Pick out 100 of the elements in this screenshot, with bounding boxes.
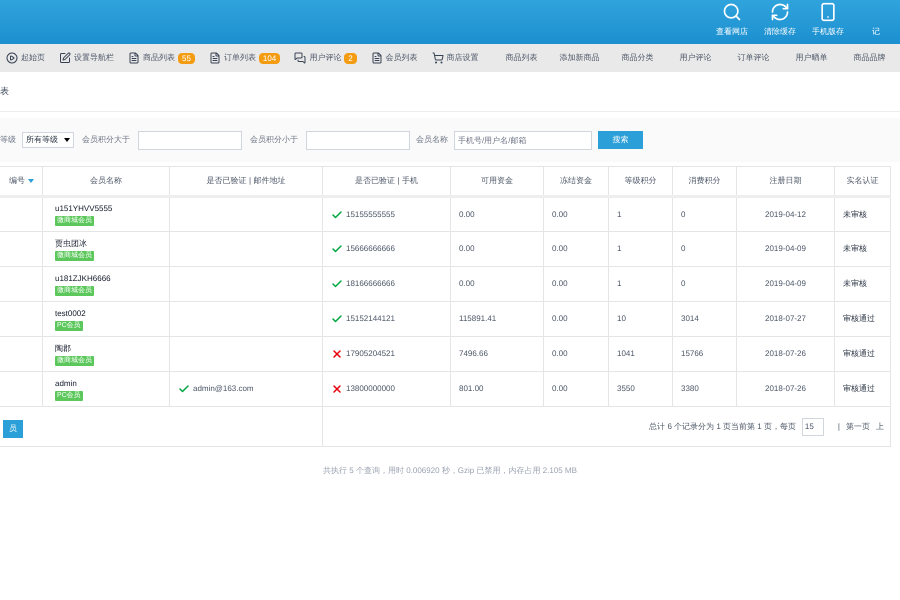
table-cell: 3550 (608, 372, 672, 406)
filter-label: 会员名称 (416, 134, 448, 146)
document-icon (208, 52, 221, 64)
member-name: test0002 (55, 308, 86, 320)
pager-separator: | (838, 420, 840, 432)
input-field[interactable] (306, 130, 410, 150)
table-cell: 未审核 (834, 232, 890, 266)
phone-text: 15666666666 (346, 243, 395, 255)
column-header: 是否已验证 | 手机 (322, 166, 450, 196)
header-action[interactable]: 清除缓存 (756, 0, 804, 44)
play-icon (6, 52, 18, 64)
nav-tab[interactable]: 商店设置 (432, 44, 479, 72)
filter-label: 会员积分小于 (250, 134, 298, 146)
edit-icon (59, 52, 71, 64)
input-field[interactable] (138, 130, 242, 150)
column-header: 冻结资金 (544, 166, 608, 196)
table-cell: 审核通过 (834, 302, 890, 336)
table-cell: 0.00 (544, 302, 608, 336)
table-cell: 7496.66 (450, 336, 544, 372)
search-icon (722, 2, 742, 22)
nav-tab[interactable]: 会员列表 (370, 44, 418, 72)
phone-text: 17905204521 (346, 348, 395, 360)
column-header: 消费积分 (672, 166, 736, 196)
prev-page-link[interactable]: 上 (876, 420, 884, 432)
phone-text: 18166666666 (346, 278, 395, 290)
table-cell: 0.00 (450, 196, 544, 232)
column-header[interactable]: 编号 (0, 166, 42, 196)
table-cell: 0.00 (544, 372, 608, 406)
search-field[interactable]: 手机号/用户名/邮箱 (454, 130, 592, 150)
status-text: 共执行 5 个查询，用时 0.006920 秒，Gzip 已禁用，内存占用 2.105 MB (323, 465, 577, 477)
table-cell: 0 (672, 266, 736, 302)
table-cell: 1041 (608, 336, 672, 372)
phone-text: 15155555555 (346, 208, 395, 220)
filter-label: 等级 (0, 134, 16, 146)
member-name: u181ZJKH6666 (55, 272, 111, 284)
count-badge: 55 (178, 52, 195, 64)
table-cell: 3014 (672, 302, 736, 336)
first-page-link[interactable]: 第一页 (846, 420, 870, 432)
table-cell: 未审核 (834, 266, 890, 302)
column-header: 注册日期 (736, 166, 834, 196)
table-cell: 2018-07-27 (736, 302, 834, 336)
nav-tab[interactable]: 添加新商品 (550, 44, 609, 72)
table-cell: 0 (672, 232, 736, 266)
nav-tab[interactable]: 商品列表 55 (128, 44, 195, 72)
nav-tab[interactable]: 商品分类 (608, 44, 667, 72)
table-cell: 2019-04-12 (736, 196, 834, 232)
table-cell: 2018-07-26 (736, 336, 834, 372)
table-cell: 审核通过 (834, 336, 890, 372)
filter-label: 会员积分大于 (82, 134, 130, 146)
table-cell: 115891.41 (450, 302, 544, 336)
nav-tab[interactable]: 用户晒单 (782, 44, 841, 72)
table-cell: 10 (608, 302, 672, 336)
nav-tab[interactable]: 商品品牌 (840, 44, 899, 72)
column-header: 实名认证 (834, 166, 890, 196)
table-cell: 0 (672, 196, 736, 232)
document-icon (370, 52, 383, 64)
table-cell: 2019-04-09 (736, 232, 834, 266)
header-action[interactable]: 查看网店 (708, 0, 756, 44)
nav-tab[interactable]: 用户评论 (666, 44, 725, 72)
table-cell: 0.00 (544, 266, 608, 302)
phone-text: 15152144121 (346, 313, 395, 325)
count-badge: 104 (258, 52, 280, 64)
nav-tab[interactable]: 用户评论 2 (294, 44, 357, 72)
nav-tab[interactable]: 设置导航栏 (59, 44, 114, 72)
nav-tab[interactable]: 订单评论 (724, 44, 783, 72)
table-cell: 2019-04-09 (736, 266, 834, 302)
table-cell: 0.00 (544, 196, 608, 232)
caret-icon (64, 138, 70, 142)
table-cell: 0.00 (450, 266, 544, 302)
document-icon (128, 52, 140, 64)
table-cell: 0.00 (544, 336, 608, 372)
member-name: u151YHVV5555 (55, 203, 112, 215)
column-header: 会员名称 (42, 166, 170, 196)
table-cell: 1 (608, 196, 672, 232)
table-cell: 0.00 (450, 232, 544, 266)
header-action[interactable]: 记 (852, 0, 900, 44)
column-header: 是否已验证 | 邮件地址 (170, 166, 322, 196)
table-cell: 0.00 (544, 232, 608, 266)
table-cell: 1 (608, 266, 672, 302)
table-cell: 15766 (672, 336, 736, 372)
nav-tab[interactable]: 商品列表 (492, 44, 551, 72)
email-text: admin@163.com (193, 383, 254, 395)
pager-text: 总计 6 个记录分为 1 页当前第 1 页，每页 (649, 420, 796, 432)
phone-text: 13800000000 (346, 383, 395, 395)
refresh-icon (770, 2, 790, 22)
level-select[interactable]: 所有等级 (22, 132, 74, 148)
member-name: 陶郡 (55, 342, 71, 354)
table-cell: 1 (608, 232, 672, 266)
page-size-field[interactable]: 15 (802, 418, 824, 436)
nav-tab[interactable]: 起始页 (6, 44, 45, 72)
header-action[interactable]: 手机版存 (804, 0, 852, 44)
table-cell: 审核通过 (834, 372, 890, 406)
table-cell: 未审核 (834, 196, 890, 232)
nav-tab[interactable]: 订单列表 104 (208, 44, 280, 72)
sort-icon (28, 178, 34, 183)
member-name: 贾虫团冰 (55, 238, 87, 250)
cart-icon (432, 52, 444, 64)
table-cell: 3380 (672, 372, 736, 406)
count-badge: 2 (344, 52, 357, 64)
table-cell: 2018-07-26 (736, 372, 834, 406)
